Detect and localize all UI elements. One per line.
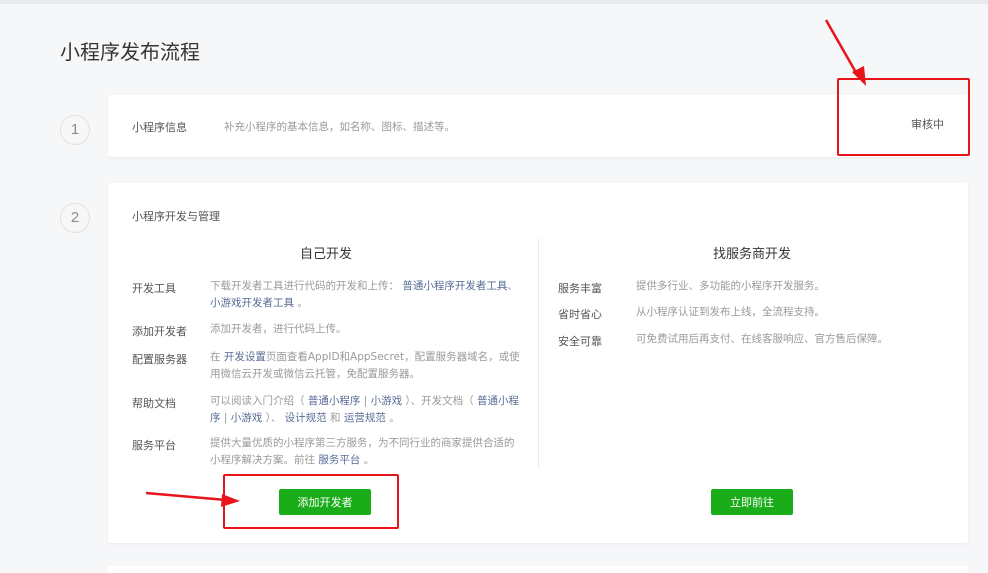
row-label-help-docs: 帮助文档 bbox=[132, 397, 176, 410]
row-label-rich-services: 服务丰富 bbox=[558, 282, 602, 295]
text-segment: 添加开发者，进行代码上传。 bbox=[210, 323, 347, 335]
step-number-2: 2 bbox=[60, 203, 90, 233]
row-label-time-saving: 省时省心 bbox=[558, 308, 602, 321]
step-number-1: 1 bbox=[60, 115, 90, 145]
row-label-server-config: 配置服务器 bbox=[132, 353, 187, 366]
link-miniprogram-devtools[interactable]: 普通小程序开发者工具 bbox=[402, 280, 507, 292]
text-segment: 在 bbox=[210, 351, 221, 363]
separator: | bbox=[363, 395, 368, 407]
link-minigame-devtools[interactable]: 小游戏开发者工具 bbox=[210, 297, 294, 309]
info-card-title: 小程序信息 bbox=[132, 121, 187, 134]
text-segment: 、 bbox=[507, 280, 518, 292]
annotation-box-add-developer bbox=[223, 474, 399, 529]
link-operation-guidelines[interactable]: 运营规范 bbox=[344, 412, 386, 424]
text-segment: 。 bbox=[363, 454, 375, 466]
link-design-guidelines[interactable]: 设计规范 bbox=[285, 412, 327, 424]
text-segment: ）、 bbox=[265, 412, 282, 424]
text-segment: 下载开发者工具进行代码的开发和上传： bbox=[210, 280, 399, 292]
link-service-platform[interactable]: 服务平台 bbox=[318, 454, 360, 466]
text-segment: 提供大量优质的小程序第三方服务，为不同行业的商家提供合适的小程序解决方案。前往 bbox=[210, 437, 515, 466]
row-label-dev-tools: 开发工具 bbox=[132, 282, 176, 295]
self-dev-heading: 自己开发 bbox=[300, 247, 353, 262]
info-card-description: 补充小程序的基本信息，如名称、图标、描述等。 bbox=[224, 121, 455, 133]
link-dev-settings[interactable]: 开发设置 bbox=[224, 351, 266, 363]
row-text-rich-services: 提供多行业、多功能的小程序开发服务。 bbox=[636, 280, 825, 292]
separator: | bbox=[223, 412, 228, 424]
row-label-service-platform: 服务平台 bbox=[132, 439, 176, 452]
row-text-help-docs: 可以阅读入门介绍（ 普通小程序 | 小游戏 ）、开发文档（ 普通小程序 | 小游… bbox=[210, 393, 522, 427]
text-segment: 。 bbox=[389, 412, 400, 424]
text-segment: 可以阅读入门介绍（ bbox=[210, 395, 305, 407]
row-label-secure: 安全可靠 bbox=[558, 335, 602, 348]
top-border bbox=[0, 0, 988, 4]
link-intro-minigame[interactable]: 小游戏 bbox=[371, 395, 403, 407]
row-label-add-developer: 添加开发者 bbox=[132, 325, 187, 338]
link-docs-minigame[interactable]: 小游戏 bbox=[231, 412, 263, 424]
go-now-button[interactable]: 立即前往 bbox=[711, 489, 793, 515]
page-title: 小程序发布流程 bbox=[60, 40, 200, 64]
row-text-time-saving: 从小程序认证到发布上线，全流程支持。 bbox=[636, 306, 825, 318]
row-text-add-developer: 添加开发者，进行代码上传。 bbox=[210, 321, 522, 338]
row-text-dev-tools: 下载开发者工具进行代码的开发和上传： 普通小程序开发者工具、 小游戏开发者工具 … bbox=[210, 278, 522, 312]
text-segment: ）、开发文档（ bbox=[405, 395, 474, 407]
dev-card-title: 小程序开发与管理 bbox=[132, 210, 220, 223]
vendor-dev-heading: 找服务商开发 bbox=[713, 247, 792, 262]
link-intro-miniprogram[interactable]: 普通小程序 bbox=[308, 395, 361, 407]
row-text-secure: 可免费试用后再支付、在线客服响应、官方售后保障。 bbox=[636, 333, 888, 345]
next-step-card bbox=[108, 566, 968, 573]
row-text-service-platform: 提供大量优质的小程序第三方服务，为不同行业的商家提供合适的小程序解决方案。前往 … bbox=[210, 435, 522, 469]
text-segment: 。 bbox=[297, 297, 308, 309]
column-divider bbox=[538, 238, 539, 468]
arrow-to-status-icon bbox=[824, 19, 866, 86]
annotation-box-status bbox=[837, 78, 970, 156]
text-segment: 和 bbox=[330, 412, 341, 424]
row-text-server-config: 在 开发设置页面查看AppID和AppSecret，配置服务器域名，或使用微信云… bbox=[210, 349, 522, 383]
